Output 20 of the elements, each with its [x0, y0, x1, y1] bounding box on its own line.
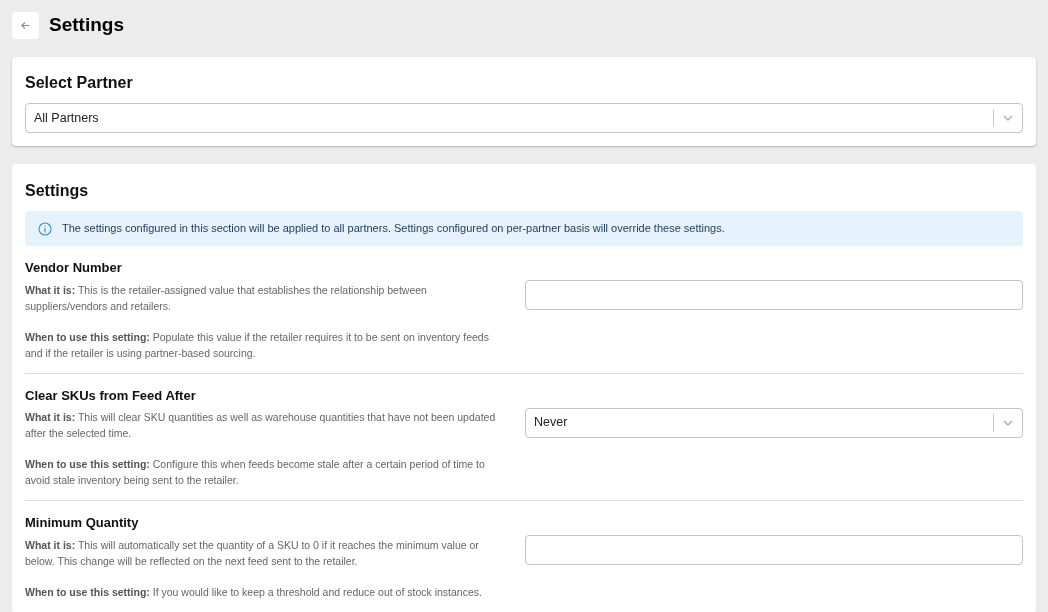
text-field[interactable] [525, 280, 1023, 310]
info-icon [38, 221, 52, 236]
back-button[interactable] [12, 12, 39, 39]
page-title: Settings [49, 13, 124, 38]
setting-usage: When to use this setting: Configure this when feeds become stale after a certain period of time to avoid stale inventory being sent to the retailer. [25, 457, 486, 488]
setting-title: Minimum Quantity [25, 514, 140, 532]
select-dropdown[interactable]: Never [525, 407, 1023, 438]
setting-description: What it is: This will clear SKU quantities as well as warehouse quantities that have not been updated after the selected time. [25, 410, 497, 441]
text-field[interactable] [525, 535, 1023, 565]
select-dropdown[interactable]: All Partners [25, 103, 1023, 133]
setting-description: What it is: This is the retailer-assigned value that establishes the relationship between suppliers/vendors and retailers. [25, 282, 428, 314]
setting-title: Vendor Number [25, 259, 123, 277]
setting-usage: When to use this setting: If you would like to keep a threshold and reduce out of stock instances. [25, 584, 483, 600]
info-text: The settings configured in this section will be applied to all partners. Settings configured on per-partner basis will override these settings. [62, 221, 725, 237]
card-title: Select Partner [25, 73, 134, 93]
setting-usage: When to use this setting: Populate this value if the retailer requires it to be sent on inventory feeds and if the retailer is using partner-based sourcing. [25, 329, 490, 361]
card-title: Settings [25, 181, 90, 201]
arrow-left-icon [20, 20, 31, 31]
setting-title: Clear SKUs from Feed After [25, 386, 197, 405]
setting-description: What it is: This will automatically set the quantity of a SKU to 0 if it reaches the minimum value or below. This change will be reflected on the next feed sent to the retailer. [25, 537, 480, 569]
